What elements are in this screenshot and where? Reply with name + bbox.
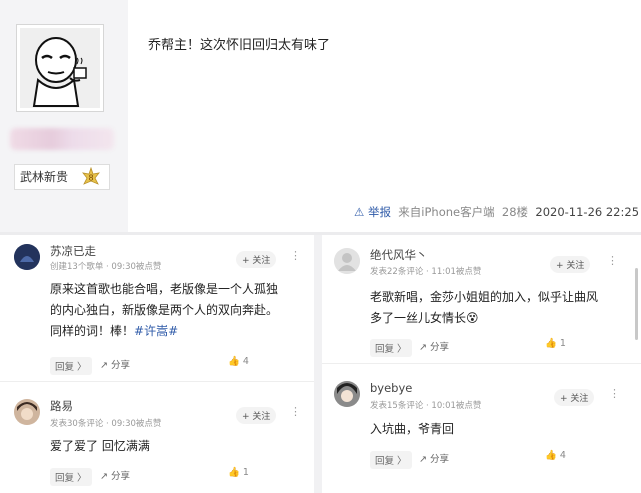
post-floor: 28楼 [501, 205, 529, 219]
thumbs-up-icon: 👍 [545, 338, 557, 349]
comment-user-meta: 发表22条评论 · 11:01被点赞 [370, 267, 482, 277]
user-rank-tag: 武林新贵 8 [14, 164, 110, 190]
comment-user-meta: 发表30条评论 · 09:30被点赞 [50, 419, 162, 429]
comment-text: 入坑曲，爷青回 [370, 422, 455, 436]
scrollbar[interactable] [635, 268, 638, 340]
share-button[interactable]: ↗ 分享 [100, 468, 130, 482]
thumbs-up-icon: 👍 [228, 467, 240, 478]
thumbs-up-icon: 👍 [545, 450, 557, 461]
follow-button[interactable]: + 关注 [236, 251, 277, 268]
reply-button[interactable]: 回复 〉 [370, 451, 412, 469]
more-icon[interactable]: ⋮ [607, 254, 618, 267]
level-badge-icon: 8 [81, 166, 101, 187]
reply-button[interactable]: 回复 〉 [50, 468, 92, 486]
post-card: 武林新贵 8 乔帮主！这次怀旧回归太有味了 ⚠ 举报 来自iPhone客户端 2… [0, 0, 641, 232]
comment-text: 老歌新唱，金莎小姐姐的加入，似乎让曲风 多了一丝儿女情长😵 [370, 290, 599, 325]
reply-button[interactable]: 回复 〉 [370, 339, 412, 357]
hashtag-link[interactable]: #许嵩# [134, 324, 178, 338]
post-content: 乔帮主！这次怀旧回归太有味了 [148, 38, 331, 53]
avatar[interactable] [334, 248, 360, 274]
blurred-username [10, 128, 114, 150]
comment-username[interactable]: 路易 [50, 398, 73, 414]
avatar[interactable] [334, 381, 360, 407]
follow-button[interactable]: + 关注 [554, 389, 595, 406]
like-button[interactable]: 👍 1 [545, 338, 566, 349]
comment-username[interactable]: 绝代风华丶 [370, 247, 428, 263]
more-icon[interactable]: ⋮ [609, 387, 620, 400]
comments-panel-right: 绝代风华丶 发表22条评论 · 11:01被点赞 + 关注 ⋮ 老歌新唱，金莎小… [322, 235, 641, 493]
dizzy-emoji-icon: 😵 [466, 311, 479, 325]
more-icon[interactable]: ⋮ [290, 249, 301, 262]
like-button[interactable]: 👍 4 [228, 356, 249, 367]
comment-username[interactable]: 苏凉已走 [50, 243, 96, 259]
share-button[interactable]: ↗ 分享 [419, 451, 449, 465]
like-button[interactable]: 👍 4 [545, 450, 566, 461]
post-source: 来自iPhone客户端 [398, 205, 495, 219]
post-time: 2020-11-26 22:25 [535, 205, 640, 219]
avatar[interactable] [14, 399, 40, 425]
post-meta: ⚠ 举报 来自iPhone客户端 28楼 2020-11-26 22:25 [354, 204, 639, 220]
more-icon[interactable]: ⋮ [290, 405, 301, 418]
column-gap [314, 235, 322, 493]
avatar[interactable] [14, 244, 40, 270]
comment-username[interactable]: byebye [370, 381, 412, 395]
share-button[interactable]: ↗ 分享 [419, 339, 449, 353]
warning-icon[interactable]: ⚠ [354, 205, 364, 219]
comment-text: 原来这首歌也能合唱，老版像是一个人孤独 的内心独白，新版像是两个人的双向奔赴。 … [50, 282, 279, 338]
follow-button[interactable]: + 关注 [550, 256, 591, 273]
like-button[interactable]: 👍 1 [228, 467, 249, 478]
post-author-panel: 武林新贵 8 [0, 0, 128, 232]
comment-text: 爱了爱了 回忆满满 [50, 439, 150, 453]
comment-separator [322, 363, 641, 364]
comments-panel-left: 苏凉已走 创建13个歌单 · 09:30被点赞 + 关注 ⋮ 原来这首歌也能合唱… [0, 235, 314, 493]
share-button[interactable]: ↗ 分享 [100, 357, 130, 371]
thumbs-up-icon: 👍 [228, 356, 240, 367]
user-rank-label: 武林新贵 [20, 170, 69, 184]
report-link[interactable]: 举报 [368, 205, 391, 219]
comment-user-meta: 创建13个歌单 · 09:30被点赞 [50, 262, 162, 272]
meme-face-image [20, 28, 100, 108]
svg-text:8: 8 [88, 174, 93, 183]
author-avatar[interactable] [16, 24, 104, 112]
comment-user-meta: 发表15条评论 · 10:01被点赞 [370, 401, 482, 411]
reply-button[interactable]: 回复 〉 [50, 357, 92, 375]
follow-button[interactable]: + 关注 [236, 407, 277, 424]
comment-separator [0, 381, 314, 382]
